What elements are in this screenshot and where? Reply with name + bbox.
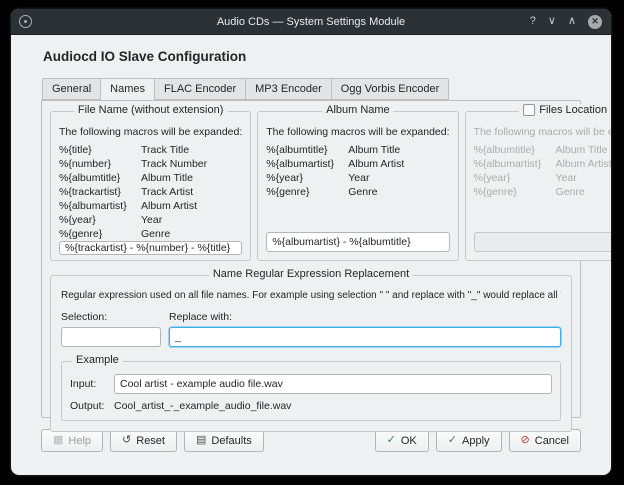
example-output-label: Output: <box>70 400 114 412</box>
defaults-icon: ▤ <box>196 435 206 446</box>
album-name-group-title: Album Name <box>322 104 394 116</box>
selection-label: Selection: <box>61 311 161 323</box>
help-button: ▦ Help <box>41 429 103 452</box>
shade-icon[interactable]: ∨ <box>548 16 556 27</box>
settings-window: Audio CDs — System Settings Module ? ∨ ∧… <box>10 8 612 476</box>
page-title: Audiocd IO Slave Configuration <box>43 49 581 64</box>
macro-row: %{number}Track Number <box>59 157 242 171</box>
ok-button[interactable]: ✓ OK <box>375 429 429 452</box>
regex-description: Regular expression used on all file name… <box>61 290 561 301</box>
replace-with-label: Replace with: <box>169 311 561 323</box>
regex-group-title: Name Regular Expression Replacement <box>209 268 413 280</box>
files-location-group-title: Files Location <box>539 104 607 116</box>
ok-icon: ✓ <box>387 435 396 446</box>
album-name-group: Album Name The following macros will be … <box>257 111 458 261</box>
dialog-button-row: ▦ Help ↺ Reset ▤ Defaults ✓ OK ✓ Apply ⊘ <box>41 429 581 452</box>
file-name-group-title: File Name (without extension) <box>74 104 228 116</box>
maximize-icon[interactable]: ∧ <box>568 16 576 27</box>
macro-intro: The following macros will be expanded: <box>59 126 242 138</box>
replace-with-input[interactable] <box>169 327 561 347</box>
tab-general[interactable]: General <box>42 78 100 100</box>
reset-button[interactable]: ↺ Reset <box>110 429 177 452</box>
defaults-button[interactable]: ▤ Defaults <box>184 429 264 452</box>
example-group: Example Input: Output: Cool_artist_-_exa… <box>61 361 561 421</box>
macro-row: %{albumartist}Album Artist <box>266 157 449 171</box>
reset-icon: ↺ <box>122 435 131 446</box>
names-tab-panel: File Name (without extension) The follow… <box>41 100 581 418</box>
files-location-group: Files Location The following macros will… <box>465 111 612 261</box>
macro-row: %{year}Year <box>474 171 612 185</box>
tab-bar: General Names FLAC Encoder MP3 Encoder O… <box>41 78 581 100</box>
example-input-label: Input: <box>70 378 114 390</box>
apply-button[interactable]: ✓ Apply <box>436 429 502 452</box>
macro-row: %{genre}Genre <box>59 227 242 241</box>
cancel-button[interactable]: ⊘ Cancel <box>509 429 581 452</box>
macro-row: %{trackartist}Track Artist <box>59 185 242 199</box>
macro-intro: The following macros will be expanded: <box>474 126 612 138</box>
macro-intro: The following macros will be expanded: <box>266 126 449 138</box>
file-name-pattern-input[interactable] <box>59 241 242 255</box>
tab-ogg-vorbis-encoder[interactable]: Ogg Vorbis Encoder <box>331 78 449 100</box>
macro-row: %{albumartist}Album Artist <box>59 199 242 213</box>
cancel-icon: ⊘ <box>521 435 530 446</box>
regex-replacement-group: Name Regular Expression Replacement Regu… <box>50 275 572 432</box>
tab-names[interactable]: Names <box>100 78 154 101</box>
selection-input[interactable] <box>61 327 161 347</box>
app-icon <box>19 15 32 28</box>
window-title: Audio CDs — System Settings Module <box>11 16 611 28</box>
macro-row: %{year}Year <box>59 213 242 227</box>
example-input-field[interactable] <box>114 374 552 394</box>
macro-row: %{albumtitle}Album Title <box>266 143 449 157</box>
macro-row: %{year}Year <box>266 171 449 185</box>
macro-row: %{title}Track Title <box>59 143 242 157</box>
file-name-group: File Name (without extension) The follow… <box>50 111 251 261</box>
files-location-checkbox[interactable] <box>523 104 535 116</box>
help-icon: ▦ <box>53 435 63 446</box>
macro-row: %{albumtitle}Album Title <box>474 143 612 157</box>
tab-flac-encoder[interactable]: FLAC Encoder <box>154 78 245 100</box>
album-name-pattern-input[interactable] <box>266 232 449 252</box>
help-window-icon[interactable]: ? <box>530 16 536 27</box>
tab-mp3-encoder[interactable]: MP3 Encoder <box>245 78 331 100</box>
macro-row: %{genre}Genre <box>266 185 449 199</box>
macro-row: %{genre}Genre <box>474 185 612 199</box>
macro-row: %{albumtitle}Album Title <box>59 171 242 185</box>
files-location-pattern-input <box>474 232 612 252</box>
example-output-value: Cool_artist_-_example_audio_file.wav <box>114 400 291 412</box>
macro-row: %{albumartist}Album Artist <box>474 157 612 171</box>
apply-icon: ✓ <box>448 435 457 446</box>
titlebar[interactable]: Audio CDs — System Settings Module ? ∨ ∧… <box>11 9 611 35</box>
example-group-title: Example <box>72 354 123 366</box>
close-icon[interactable]: ✕ <box>588 15 602 29</box>
